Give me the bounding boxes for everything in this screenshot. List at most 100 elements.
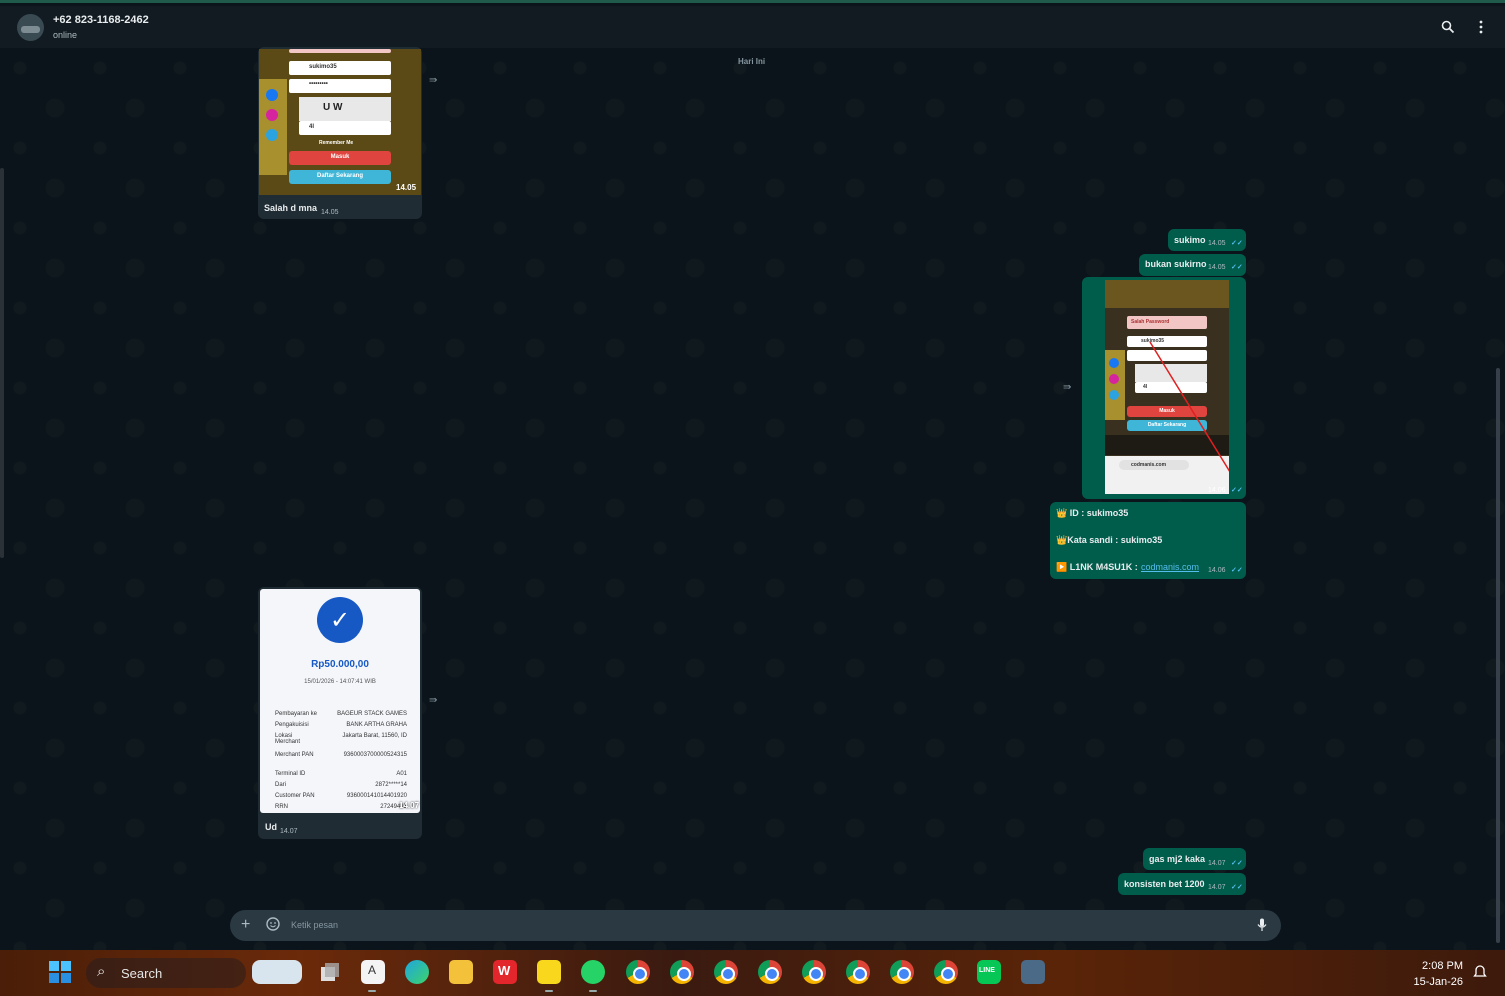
telegram-icon <box>266 129 278 141</box>
checkmark-icon: ✓ <box>317 597 363 643</box>
receipt-row: Terminal ID A01 <box>275 771 407 777</box>
outgoing-text-message[interactable]: konsisten bet 1200 14.07 ✓✓ <box>1118 873 1246 895</box>
username-field-image: sukimo35 <box>289 61 391 75</box>
receipt-row: Lokasi Merchant Jakarta Barat, 11560, ID <box>275 733 407 745</box>
running-indicator <box>368 990 376 992</box>
message-input[interactable]: Ketik pesan <box>291 920 338 930</box>
captcha-image: U W <box>299 97 391 121</box>
whatsapp-icon[interactable] <box>581 960 605 984</box>
outgoing-text-message[interactable]: gas mj2 kaka 14.07 ✓✓ <box>1143 848 1246 870</box>
sticker-icon[interactable] <box>266 917 280 934</box>
receipt-row: Pengakuisisi BANK ARTHA GRAHA <box>275 722 407 728</box>
receipt-row: Dari 2872*****14 <box>275 782 407 788</box>
login-button-image: Masuk <box>289 151 391 165</box>
chrome-icon[interactable] <box>890 960 914 984</box>
message-list[interactable] <box>0 48 1505 953</box>
kebab-menu-icon[interactable] <box>1472 18 1490 36</box>
message-line: 👑Kata sandi : sukimo35 <box>1056 535 1163 545</box>
receipt-row: RRN 27249415 <box>275 804 407 810</box>
chrome-icon[interactable] <box>802 960 826 984</box>
forward-icon[interactable]: ⇛ <box>429 75 437 86</box>
login-screenshot[interactable]: sukimo35 ••••••••• U W 4l Remember Me Ma… <box>259 49 421 195</box>
message-text: sukimo <box>1174 235 1206 245</box>
read-ticks-icon: ✓✓ <box>1231 264 1243 271</box>
plus-icon[interactable]: + <box>241 916 250 934</box>
windows-taskbar: ⌕ Search A W LINE 2:08 PM 15-Jan-26 <box>0 950 1505 996</box>
taskbar-search[interactable]: ⌕ Search <box>86 958 246 988</box>
bca-receipt-image[interactable]: ✓ Rp50.000,00 15/01/2026 - 14:07:41 WIB … <box>260 589 420 813</box>
file-explorer-icon[interactable] <box>449 960 473 984</box>
chat-header: +62 823-1168-2462 online <box>0 6 1505 48</box>
notification-icon[interactable] <box>1472 964 1488 985</box>
mic-icon[interactable] <box>1257 918 1267 935</box>
edge-icon[interactable] <box>405 960 429 984</box>
message-composer[interactable]: + Ketik pesan <box>230 910 1281 941</box>
receipt-amount: Rp50.000,00 <box>311 659 369 670</box>
outgoing-image-message[interactable]: Salah Password sukimo35 4l Masuk Daftar … <box>1082 277 1246 499</box>
chrome-icon[interactable] <box>714 960 738 984</box>
receipt-row: Pembayaran ke BAGEUR STACK GAMES <box>275 711 407 717</box>
error-strip <box>289 49 391 53</box>
message-text: gas mj2 kaka <box>1149 854 1206 864</box>
widgets-icon[interactable] <box>252 960 302 984</box>
contact-avatar[interactable] <box>17 14 44 41</box>
image-time: 14.07 <box>399 801 420 810</box>
message-time: 14.05 <box>1208 240 1226 247</box>
forward-icon[interactable]: ⇛ <box>429 695 437 706</box>
chrome-icon[interactable] <box>846 960 870 984</box>
outgoing-text-message[interactable]: bukan sukirno 14.05 ✓✓ <box>1139 254 1246 276</box>
read-ticks-icon: ✓✓ <box>1231 884 1243 891</box>
message-time: 14.06 <box>1208 567 1226 574</box>
chrome-icon[interactable] <box>934 960 958 984</box>
login-screenshot-annotated[interactable]: Salah Password sukimo35 4l Masuk Daftar … <box>1105 280 1229 494</box>
read-ticks-icon: ✓✓ <box>1231 567 1243 574</box>
clock-date: 15-Jan-26 <box>1413 976 1463 988</box>
running-indicator <box>545 990 553 992</box>
chrome-icon[interactable] <box>626 960 650 984</box>
wps-icon[interactable]: W <box>493 960 517 984</box>
image-time: 14.05 <box>396 183 417 192</box>
app-icon[interactable] <box>1021 960 1045 984</box>
message-text: konsisten bet 1200 <box>1124 879 1205 889</box>
forward-icon[interactable]: ⇛ <box>1063 382 1071 393</box>
message-time: 14.07 <box>280 828 298 835</box>
task-view-icon[interactable] <box>318 960 342 984</box>
instagram-icon <box>266 109 278 121</box>
chrome-icon[interactable] <box>758 960 782 984</box>
message-line: 👑 ID : sukimo35 <box>1056 508 1129 518</box>
search-icon: ⌕ <box>97 963 106 980</box>
contact-status: online <box>53 30 78 40</box>
message-time: 14.06 <box>1208 487 1226 494</box>
outgoing-text-message[interactable]: 👑 ID : sukimo35 👑Kata sandi : sukimo35 ▶… <box>1050 502 1246 579</box>
line-icon[interactable]: LINE <box>977 960 1001 984</box>
read-ticks-icon: ✓✓ <box>1231 487 1243 494</box>
red-annotation-line <box>1149 341 1229 472</box>
message-link[interactable]: codmanis.com <box>1141 562 1199 572</box>
system-clock[interactable]: 2:08 PM 15-Jan-26 <box>1400 958 1463 990</box>
receipt-row: Merchant PAN 9360003700000524315 <box>275 752 407 758</box>
whatsapp-window: +62 823-1168-2462 online Hari Ini sukimo… <box>0 0 1505 953</box>
notepad-icon[interactable]: A <box>361 960 385 984</box>
captcha-field-image: 4l <box>299 121 391 135</box>
outgoing-text-message[interactable]: sukimo 14.05 ✓✓ <box>1168 229 1246 251</box>
clock-time: 2:08 PM <box>1422 960 1463 972</box>
read-ticks-icon: ✓✓ <box>1231 240 1243 247</box>
message-time: 14.05 <box>1208 264 1226 271</box>
incoming-image-message[interactable]: sukimo35 ••••••••• U W 4l Remember Me Ma… <box>258 47 422 219</box>
chat-scrollbar[interactable] <box>1496 368 1500 943</box>
read-ticks-icon: ✓✓ <box>1231 860 1243 867</box>
message-text: bukan sukirno <box>1145 259 1207 269</box>
search-icon[interactable] <box>1439 18 1457 36</box>
start-icon[interactable] <box>48 960 72 984</box>
chrome-icon[interactable] <box>670 960 694 984</box>
running-indicator <box>589 990 597 992</box>
message-time: 14.07 <box>1208 884 1226 891</box>
contact-name[interactable]: +62 823-1168-2462 <box>53 14 149 26</box>
receipt-row: Customer PAN 936000141014401920 <box>275 793 407 799</box>
register-button-image: Daftar Sekarang <box>289 170 391 184</box>
pane-scrollbar[interactable] <box>0 168 4 558</box>
sticky-notes-icon[interactable] <box>537 960 561 984</box>
message-time: 14.07 <box>1208 860 1226 867</box>
password-field-image: ••••••••• <box>289 79 391 93</box>
remember-me-text: Remember Me <box>319 140 354 146</box>
